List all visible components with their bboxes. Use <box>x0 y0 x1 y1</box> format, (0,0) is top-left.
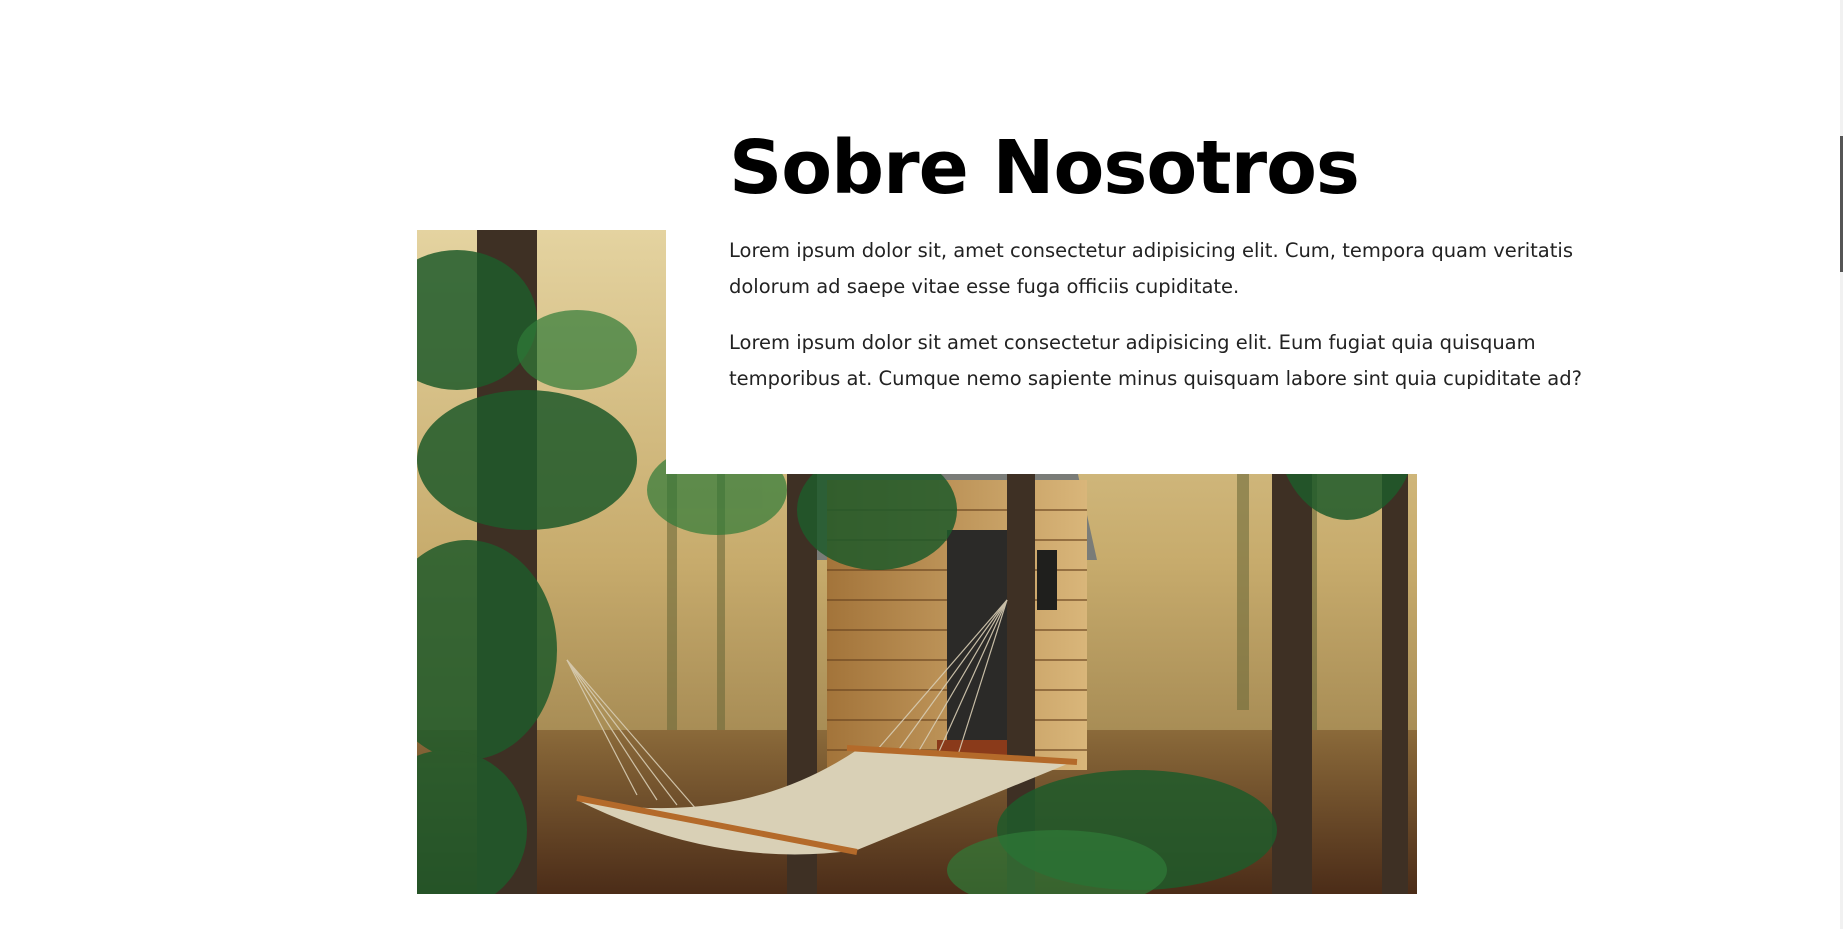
about-section: Sobre Nosotros Lorem ipsum dolor sit, am… <box>729 125 1605 417</box>
about-paragraph-1: Lorem ipsum dolor sit, amet consectetur … <box>729 239 1573 299</box>
page: Sobre Nosotros Lorem ipsum dolor sit, am… <box>0 0 1843 929</box>
about-paragraph-2: Lorem ipsum dolor sit amet consectetur a… <box>729 331 1582 391</box>
section-title: Sobre Nosotros <box>729 125 1360 211</box>
